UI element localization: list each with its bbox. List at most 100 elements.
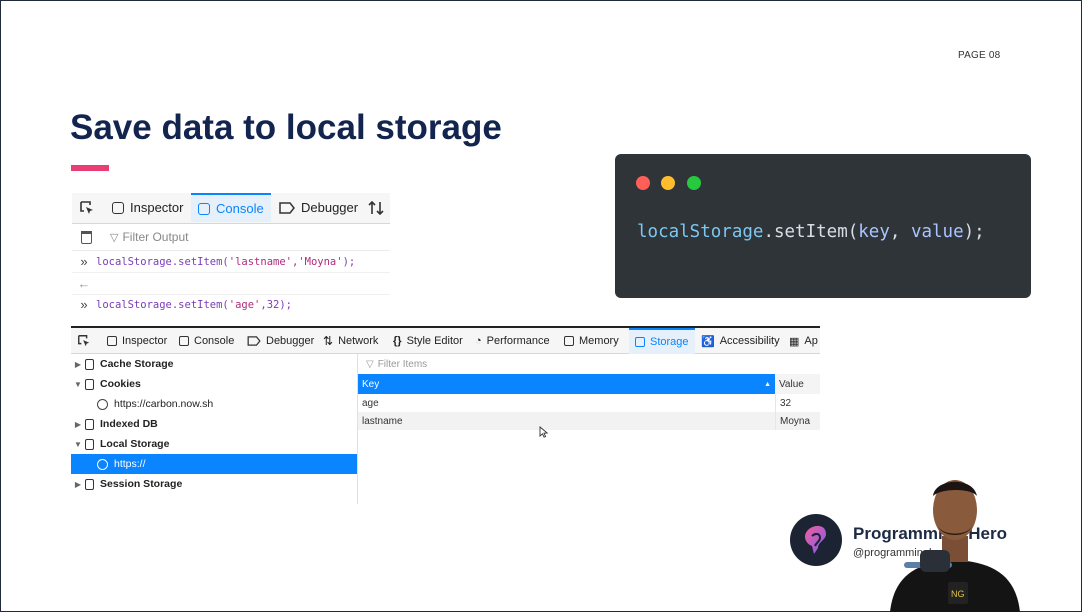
style-editor-icon: {} — [393, 335, 402, 347]
filter-icon: ▽ — [366, 358, 374, 370]
tab-storage[interactable]: Storage — [629, 328, 695, 354]
storage-table: ▽ Filter Items Key ▲ Value age 32 lastnam… — [358, 354, 820, 504]
tree-item-cookie-host[interactable]: https://carbon.now.sh — [71, 394, 357, 414]
memory-icon — [564, 336, 574, 346]
apps-grid-icon: ▦ — [789, 335, 800, 348]
prompt-chevron-icon: » — [80, 254, 88, 269]
tree-item-local-storage[interactable]: ▼ Local Storage — [71, 434, 357, 454]
tab-application[interactable]: ▦ Ap — [789, 328, 818, 354]
console-toolbar: Inspector Console Debugger — [72, 193, 390, 224]
tab-label: Accessibility — [719, 335, 780, 347]
expand-arrow-icon: ▶ — [74, 359, 82, 369]
presenter-video: NG — [880, 470, 1030, 612]
tab-style-editor[interactable]: {} Style Editor — [393, 328, 463, 354]
cell-key: lastname — [362, 415, 403, 427]
code-snippet-card: localStorage.setItem(key, value); — [615, 154, 1031, 298]
network-arrows-icon[interactable] — [368, 193, 384, 222]
tab-console[interactable]: Console — [191, 193, 271, 222]
console-code: localStorage.setItem('lastname','Moyna')… — [96, 255, 356, 268]
expand-arrow-icon: ▶ — [74, 479, 82, 489]
column-header-value[interactable]: Value — [775, 374, 820, 394]
tab-label: Debugger — [266, 335, 315, 347]
tree-item-indexed-db[interactable]: ▶ Indexed DB — [71, 414, 357, 434]
tree-item-local-host[interactable]: https:// — [71, 454, 357, 474]
filter-items-input[interactable]: Filter Items — [378, 359, 427, 370]
tree-label: Indexed DB — [100, 418, 158, 430]
tab-performance[interactable]: ◔ Performance — [475, 328, 550, 354]
tab-label: Ap — [804, 335, 818, 347]
globe-icon — [97, 398, 108, 410]
globe-icon — [97, 458, 108, 470]
table-header: Key ▲ Value — [358, 374, 820, 394]
cell-key: age — [362, 397, 379, 409]
tab-network[interactable]: ⇅ Network — [323, 328, 378, 354]
tab-label: Inspector — [130, 200, 184, 215]
console-icon — [179, 336, 189, 346]
trash-icon[interactable] — [81, 230, 92, 244]
sort-ascending-icon: ▲ — [764, 380, 771, 388]
pick-element-icon[interactable] — [79, 193, 95, 222]
code-snippet: localStorage.setItem(key, value); — [637, 222, 985, 242]
devtools-toolbar: Inspector Console Debugger ⇅ Network {} St… — [71, 326, 820, 354]
filter-items-bar: ▽ Filter Items — [358, 354, 820, 375]
window-maximize-dot — [687, 176, 701, 190]
tab-memory[interactable]: Memory — [564, 328, 619, 354]
tree-label: https:// — [114, 458, 146, 470]
column-header-key[interactable]: Key ▲ — [358, 374, 775, 394]
tab-label: Inspector — [122, 335, 168, 347]
storage-icon — [85, 358, 94, 370]
cell-value: 32 — [775, 394, 820, 412]
inspector-icon — [107, 336, 117, 346]
column-label: Key — [362, 378, 380, 390]
tree-item-session-storage[interactable]: ▶ Session Storage — [71, 474, 357, 494]
brand-logo — [790, 514, 842, 566]
tab-inspector[interactable]: Inspector — [107, 328, 167, 354]
expand-arrow-icon: ▶ — [74, 419, 82, 429]
storage-icon — [635, 337, 645, 347]
mouse-cursor-icon — [539, 426, 549, 438]
collapse-arrow-icon: ▼ — [74, 439, 82, 449]
filter-output-input[interactable]: Filter Output — [122, 230, 188, 244]
tab-label: Storage — [650, 336, 689, 348]
column-label: Value — [779, 378, 804, 390]
tree-item-cookies[interactable]: ▼ Cookies — [71, 374, 357, 394]
console-devtools-screenshot: Inspector Console Debugger ▽ Filter Outp… — [72, 193, 390, 319]
pick-element-icon[interactable] — [77, 328, 91, 354]
table-row[interactable]: age 32 — [358, 394, 820, 412]
tree-label: Cookies — [100, 378, 141, 390]
performance-icon: ◔ — [475, 335, 482, 347]
page-number: PAGE 08 — [958, 50, 1001, 61]
network-icon: ⇅ — [323, 334, 334, 348]
tab-console[interactable]: Console — [179, 328, 234, 354]
storage-icon — [85, 378, 94, 390]
tab-label: Performance — [486, 335, 550, 347]
console-line: » localStorage.setItem('lastname','Moyna… — [72, 251, 390, 273]
tab-label: Style Editor — [406, 335, 463, 347]
storage-icon — [85, 418, 94, 430]
debugger-icon — [247, 336, 261, 346]
tab-inspector[interactable]: Inspector — [112, 193, 183, 222]
prompt-chevron-icon: » — [80, 297, 88, 312]
console-code: localStorage.setItem('age',32); — [96, 298, 292, 311]
tree-label: Session Storage — [100, 478, 183, 490]
tab-label: Memory — [579, 335, 619, 347]
title-accent-bar — [71, 165, 109, 171]
debugger-icon — [279, 201, 295, 214]
svg-text:NG: NG — [951, 589, 965, 599]
console-filter-bar: ▽ Filter Output — [72, 224, 390, 251]
return-arrow-icon: ← — [77, 276, 91, 291]
window-close-dot — [636, 176, 650, 190]
console-icon — [198, 202, 210, 215]
tree-item-cache-storage[interactable]: ▶ Cache Storage — [71, 354, 357, 374]
inspector-icon — [112, 201, 124, 214]
tab-accessibility[interactable]: ♿ Accessibility — [701, 328, 780, 354]
storage-devtools-screenshot: Inspector Console Debugger ⇅ Network {} St… — [71, 326, 820, 504]
tab-label: Network — [338, 335, 379, 347]
slide-title: Save data to local storage — [70, 108, 502, 147]
storage-tree: ▶ Cache Storage ▼ Cookies https://carbon.n… — [71, 354, 358, 504]
table-row[interactable]: lastname Moyna — [358, 412, 820, 430]
tab-debugger[interactable]: Debugger — [247, 328, 314, 354]
tab-debugger[interactable]: Debugger — [279, 193, 358, 222]
tree-label: Local Storage — [100, 438, 170, 450]
console-line: ← — [72, 273, 390, 295]
